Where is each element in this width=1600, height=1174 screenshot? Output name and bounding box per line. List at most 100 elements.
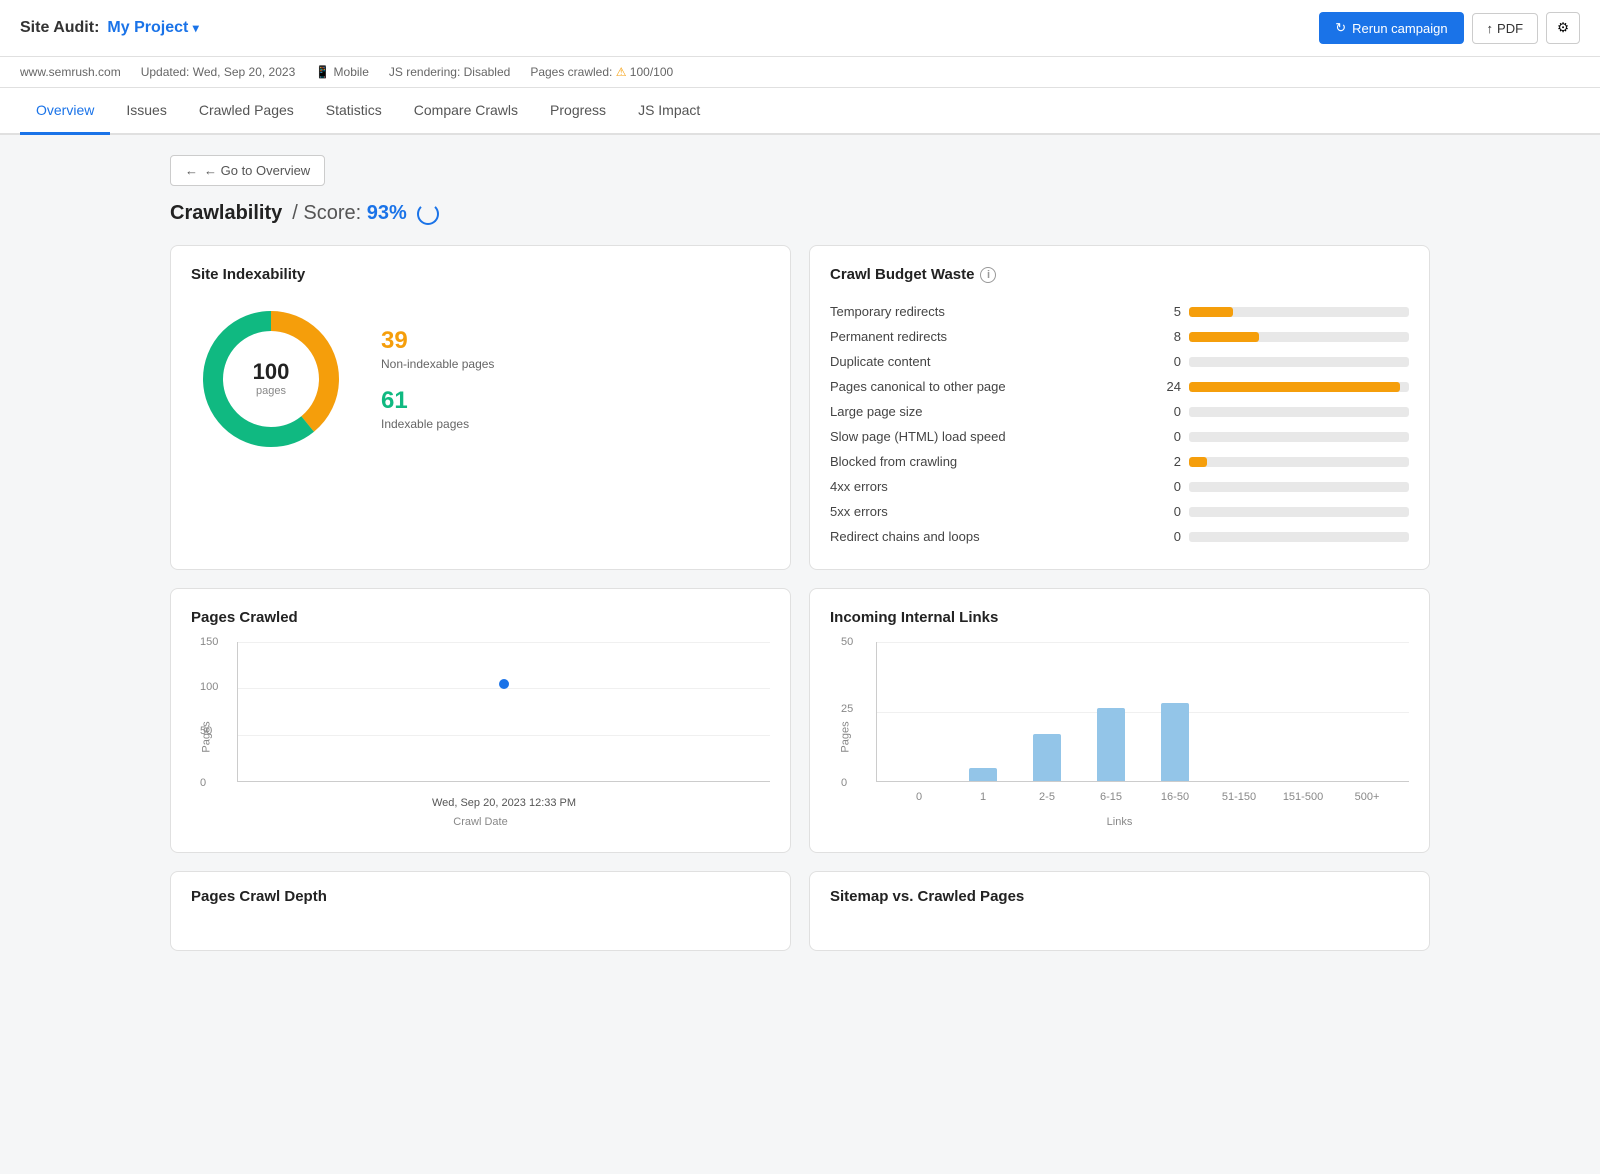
sitemap-vs-crawled-card: Sitemap vs. Crawled Pages <box>809 871 1430 951</box>
bar-background <box>1189 382 1409 392</box>
pages-crawled-meta: Pages crawled: ⚠ 100/100 <box>530 65 673 79</box>
bar-wrapper: 51-150 <box>1207 642 1271 781</box>
settings-button[interactable]: ⚙ <box>1546 12 1580 44</box>
bar-wrapper: 16-50 <box>1143 642 1207 781</box>
info-icon[interactable]: i <box>980 267 996 283</box>
bar-x-label: 500+ <box>1355 791 1380 803</box>
donut-label: pages <box>253 385 290 397</box>
rerun-button[interactable]: ↻ Rerun campaign <box>1319 12 1463 44</box>
budget-count: 0 <box>1145 429 1181 444</box>
indexable-count: 61 <box>381 387 494 415</box>
budget-count: 5 <box>1145 304 1181 319</box>
page-header: Crawlability / Score: 93% <box>170 202 1430 225</box>
js-rendering: JS rendering: Disabled <box>389 65 510 79</box>
bar-background <box>1189 407 1409 417</box>
bar-rect <box>1033 734 1061 781</box>
donut-center: 100 pages <box>253 361 290 397</box>
budget-label: Pages canonical to other page <box>830 379 1137 394</box>
bar-fill <box>1189 382 1400 392</box>
bar-columns: 0 1 2-5 6-15 16-50 51-150 151-500 500+ <box>883 642 1403 781</box>
indexability-stats: 39 Non-indexable pages 61 Indexable page… <box>381 327 494 431</box>
budget-count: 8 <box>1145 329 1181 344</box>
budget-label: 4xx errors <box>830 479 1137 494</box>
incoming-links-card: Incoming Internal Links Pages 50 25 0 0 … <box>809 588 1430 853</box>
site-url: www.semrush.com <box>20 65 121 79</box>
budget-row: Redirect chains and loops 0 <box>830 524 1409 549</box>
bar-rect <box>969 768 997 781</box>
nav-item-progress[interactable]: Progress <box>534 88 622 135</box>
budget-row: 5xx errors 0 <box>830 499 1409 524</box>
nav-item-js-impact[interactable]: JS Impact <box>622 88 716 135</box>
incoming-links-title: Incoming Internal Links <box>830 609 1409 626</box>
bar-y-0: 0 <box>841 777 847 789</box>
bar-background <box>1189 432 1409 442</box>
budget-row: Duplicate content 0 <box>830 349 1409 374</box>
donut-chart: 100 pages <box>191 299 351 459</box>
budget-count: 0 <box>1145 529 1181 544</box>
non-indexable-label: Non-indexable pages <box>381 357 494 371</box>
budget-count: 0 <box>1145 479 1181 494</box>
back-button[interactable]: ← ← Go to Overview <box>170 155 325 186</box>
nav-item-overview[interactable]: Overview <box>20 88 110 135</box>
gear-icon: ⚙ <box>1557 20 1569 35</box>
budget-table: Temporary redirects 5 Permanent redirect… <box>830 299 1409 549</box>
top-bar-left: Site Audit: My Project ▾ <box>20 19 199 37</box>
refresh-icon[interactable] <box>417 203 439 225</box>
nav-bar: Overview Issues Crawled Pages Statistics… <box>0 88 1600 135</box>
bar-fill <box>1189 307 1233 317</box>
bar-x-label: 2-5 <box>1039 791 1055 803</box>
nav-item-statistics[interactable]: Statistics <box>310 88 398 135</box>
bar-chart-inner: 50 25 0 0 1 2-5 6-15 16-50 51-150 151 <box>876 642 1409 782</box>
warning-icon: ⚠ <box>616 65 630 79</box>
bar-background <box>1189 457 1409 467</box>
budget-row: Pages canonical to other page 24 <box>830 374 1409 399</box>
score-prefix: / Score: 93% <box>292 202 407 225</box>
bar-x-label: 151-500 <box>1283 791 1323 803</box>
crawl-date-label: Crawl Date <box>453 816 507 828</box>
top-bar: Site Audit: My Project ▾ ↻ Rerun campaig… <box>0 0 1600 57</box>
budget-label: Duplicate content <box>830 354 1137 369</box>
bar-background <box>1189 332 1409 342</box>
budget-row: Temporary redirects 5 <box>830 299 1409 324</box>
bar-wrapper: 500+ <box>1335 642 1399 781</box>
nav-item-issues[interactable]: Issues <box>110 88 182 135</box>
donut-total: 100 <box>253 361 290 383</box>
upload-icon: ↑ <box>1487 21 1494 36</box>
site-indexability-title: Site Indexability <box>191 266 770 283</box>
y-label-50: 50 <box>200 725 212 737</box>
indexability-body: 100 pages 39 Non-indexable pages 61 Inde… <box>191 299 770 459</box>
bar-background <box>1189 532 1409 542</box>
row-1: Site Indexability 100 pages <box>170 245 1430 570</box>
pages-crawled-title: Pages Crawled <box>191 609 770 626</box>
bar-fill <box>1189 332 1259 342</box>
budget-row: Large page size 0 <box>830 399 1409 424</box>
row-3: Pages Crawl Depth Sitemap vs. Crawled Pa… <box>170 871 1430 951</box>
x-label-date: Wed, Sep 20, 2023 12:33 PM <box>432 797 576 809</box>
y-label-0: 0 <box>200 777 206 789</box>
budget-label: 5xx errors <box>830 504 1137 519</box>
links-x-title: Links <box>1107 816 1133 828</box>
bar-x-label: 1 <box>980 791 986 803</box>
pdf-button[interactable]: ↑ PDF <box>1472 13 1539 44</box>
meta-bar: www.semrush.com Updated: Wed, Sep 20, 20… <box>0 57 1600 88</box>
back-icon: ← <box>185 163 198 178</box>
nav-item-crawled-pages[interactable]: Crawled Pages <box>183 88 310 135</box>
device-type: 📱 Mobile <box>315 65 369 79</box>
budget-label: Large page size <box>830 404 1137 419</box>
non-indexable-stat: 39 Non-indexable pages <box>381 327 494 371</box>
data-point <box>499 679 509 689</box>
pages-crawl-depth-title: Pages Crawl Depth <box>191 888 770 905</box>
mobile-icon: 📱 <box>315 65 330 79</box>
project-name[interactable]: My Project ▾ <box>107 19 198 37</box>
row-2: Pages Crawled Pages 150 100 50 0 Wed, <box>170 588 1430 853</box>
crawl-budget-card: Crawl Budget Waste i Temporary redirects… <box>809 245 1430 570</box>
budget-row: Slow page (HTML) load speed 0 <box>830 424 1409 449</box>
top-bar-actions: ↻ Rerun campaign ↑ PDF ⚙ <box>1319 12 1580 44</box>
budget-label: Blocked from crawling <box>830 454 1137 469</box>
bar-wrapper: 151-500 <box>1271 642 1335 781</box>
budget-row: Permanent redirects 8 <box>830 324 1409 349</box>
site-audit-label: Site Audit: <box>20 19 99 37</box>
indexable-stat: 61 Indexable pages <box>381 387 494 431</box>
nav-item-compare-crawls[interactable]: Compare Crawls <box>398 88 534 135</box>
bar-y-50: 50 <box>841 636 853 648</box>
